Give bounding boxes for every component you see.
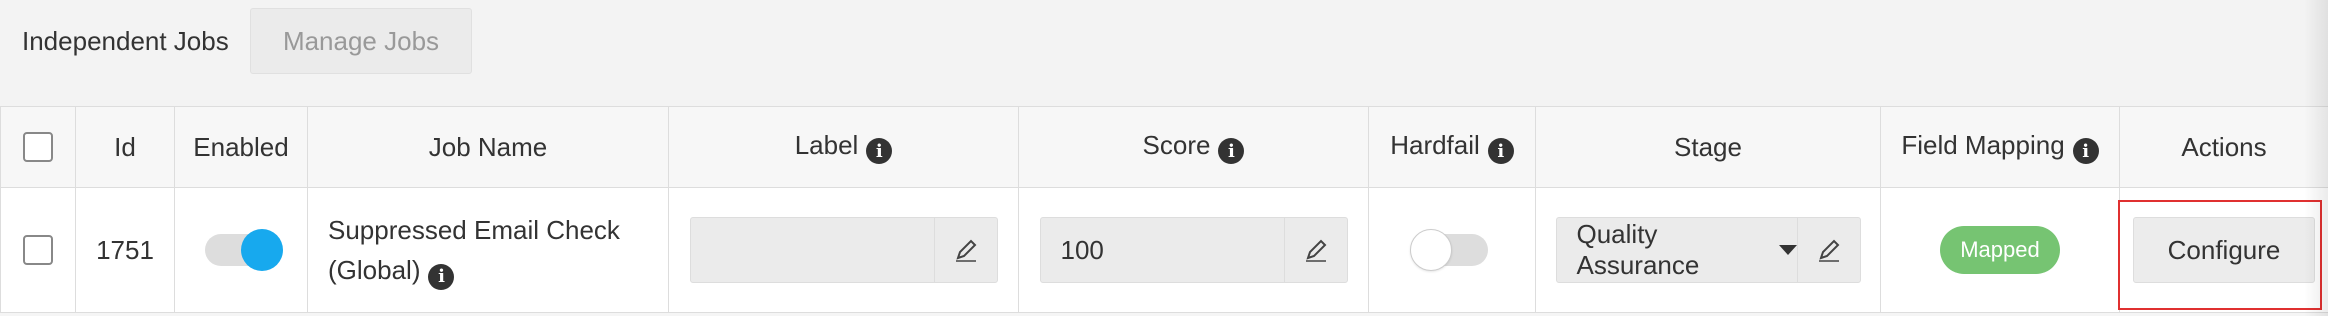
- field-mapping-cell: Mapped: [1880, 187, 2120, 313]
- job-id: 1751: [75, 187, 175, 313]
- column-header-hardfail-text: Hardfail: [1390, 129, 1480, 160]
- column-header-actions: Actions: [2119, 106, 2328, 188]
- pencil-icon: [1305, 239, 1326, 262]
- score-edit-button[interactable]: [1283, 218, 1347, 282]
- toggle-knob: [241, 229, 283, 271]
- hardfail-cell: [1368, 187, 1536, 313]
- row-select-cell: [0, 187, 76, 313]
- column-header-id[interactable]: Id: [75, 106, 175, 188]
- info-icon[interactable]: i: [428, 264, 455, 290]
- info-icon[interactable]: i: [1218, 138, 1245, 165]
- select-all-header: [0, 106, 76, 188]
- stage-select[interactable]: Quality Assurance: [1557, 218, 1797, 282]
- hardfail-toggle[interactable]: [1410, 229, 1488, 271]
- mapped-status-badge[interactable]: Mapped: [1940, 226, 2060, 274]
- column-header-score[interactable]: Score i: [1018, 106, 1369, 188]
- score-field[interactable]: 100: [1041, 218, 1284, 282]
- manage-jobs-button[interactable]: Manage Jobs: [250, 8, 472, 74]
- pencil-icon: [955, 239, 976, 262]
- label-input-group: [689, 217, 998, 283]
- info-icon[interactable]: i: [2072, 138, 2099, 165]
- enabled-toggle[interactable]: [205, 229, 283, 271]
- label-field[interactable]: [691, 218, 934, 282]
- label-edit-button[interactable]: [933, 218, 997, 282]
- stage-input-group: Quality Assurance: [1555, 217, 1861, 283]
- top-bar: Independent Jobs Manage Jobs: [0, 0, 2328, 106]
- score-cell: 100: [1018, 187, 1369, 313]
- column-header-job-name[interactable]: Job Name: [307, 106, 669, 188]
- column-header-enabled[interactable]: Enabled: [174, 106, 308, 188]
- stage-edit-button[interactable]: [1796, 218, 1860, 282]
- scroll-edge-shadow: [2304, 0, 2328, 316]
- actions-cell: Configure: [2119, 187, 2328, 313]
- column-header-label-text: Label: [794, 129, 859, 160]
- enabled-cell: [174, 187, 308, 313]
- select-all-checkbox[interactable]: [23, 132, 53, 162]
- column-header-hardfail[interactable]: Hardfail i: [1368, 106, 1536, 188]
- score-input-group: 100: [1039, 217, 1348, 283]
- table-header-row: Id Enabled Job Name Label i Score i Hardfa…: [0, 106, 2328, 188]
- label-cell: [668, 187, 1019, 313]
- column-header-field-mapping-text: Field Mapping: [1901, 129, 2065, 160]
- stage-cell: Quality Assurance: [1535, 187, 1881, 313]
- job-name-line1: Suppressed Email Check: [328, 215, 620, 245]
- table-row: 1751 Suppressed Email Check (Global) i 1…: [0, 187, 2328, 313]
- job-name: Suppressed Email Check (Global) i: [308, 210, 668, 290]
- column-header-score-text: Score: [1142, 129, 1211, 160]
- column-header-stage[interactable]: Stage: [1535, 106, 1881, 188]
- row-checkbox[interactable]: [23, 235, 53, 265]
- job-name-line2: (Global): [328, 255, 421, 285]
- column-header-field-mapping[interactable]: Field Mapping i: [1880, 106, 2120, 188]
- toggle-knob: [1410, 229, 1452, 271]
- pencil-icon: [1818, 239, 1839, 262]
- jobs-table: Id Enabled Job Name Label i Score i Hardfa…: [0, 106, 2328, 313]
- column-header-label[interactable]: Label i: [668, 106, 1019, 188]
- caret-down-icon: [1778, 245, 1797, 255]
- page-title: Independent Jobs: [22, 26, 229, 56]
- job-name-cell: Suppressed Email Check (Global) i: [307, 187, 669, 313]
- info-icon[interactable]: i: [1487, 138, 1514, 165]
- stage-value: Quality Assurance: [1576, 219, 1700, 280]
- configure-button[interactable]: Configure: [2133, 217, 2315, 283]
- info-icon[interactable]: i: [866, 138, 893, 165]
